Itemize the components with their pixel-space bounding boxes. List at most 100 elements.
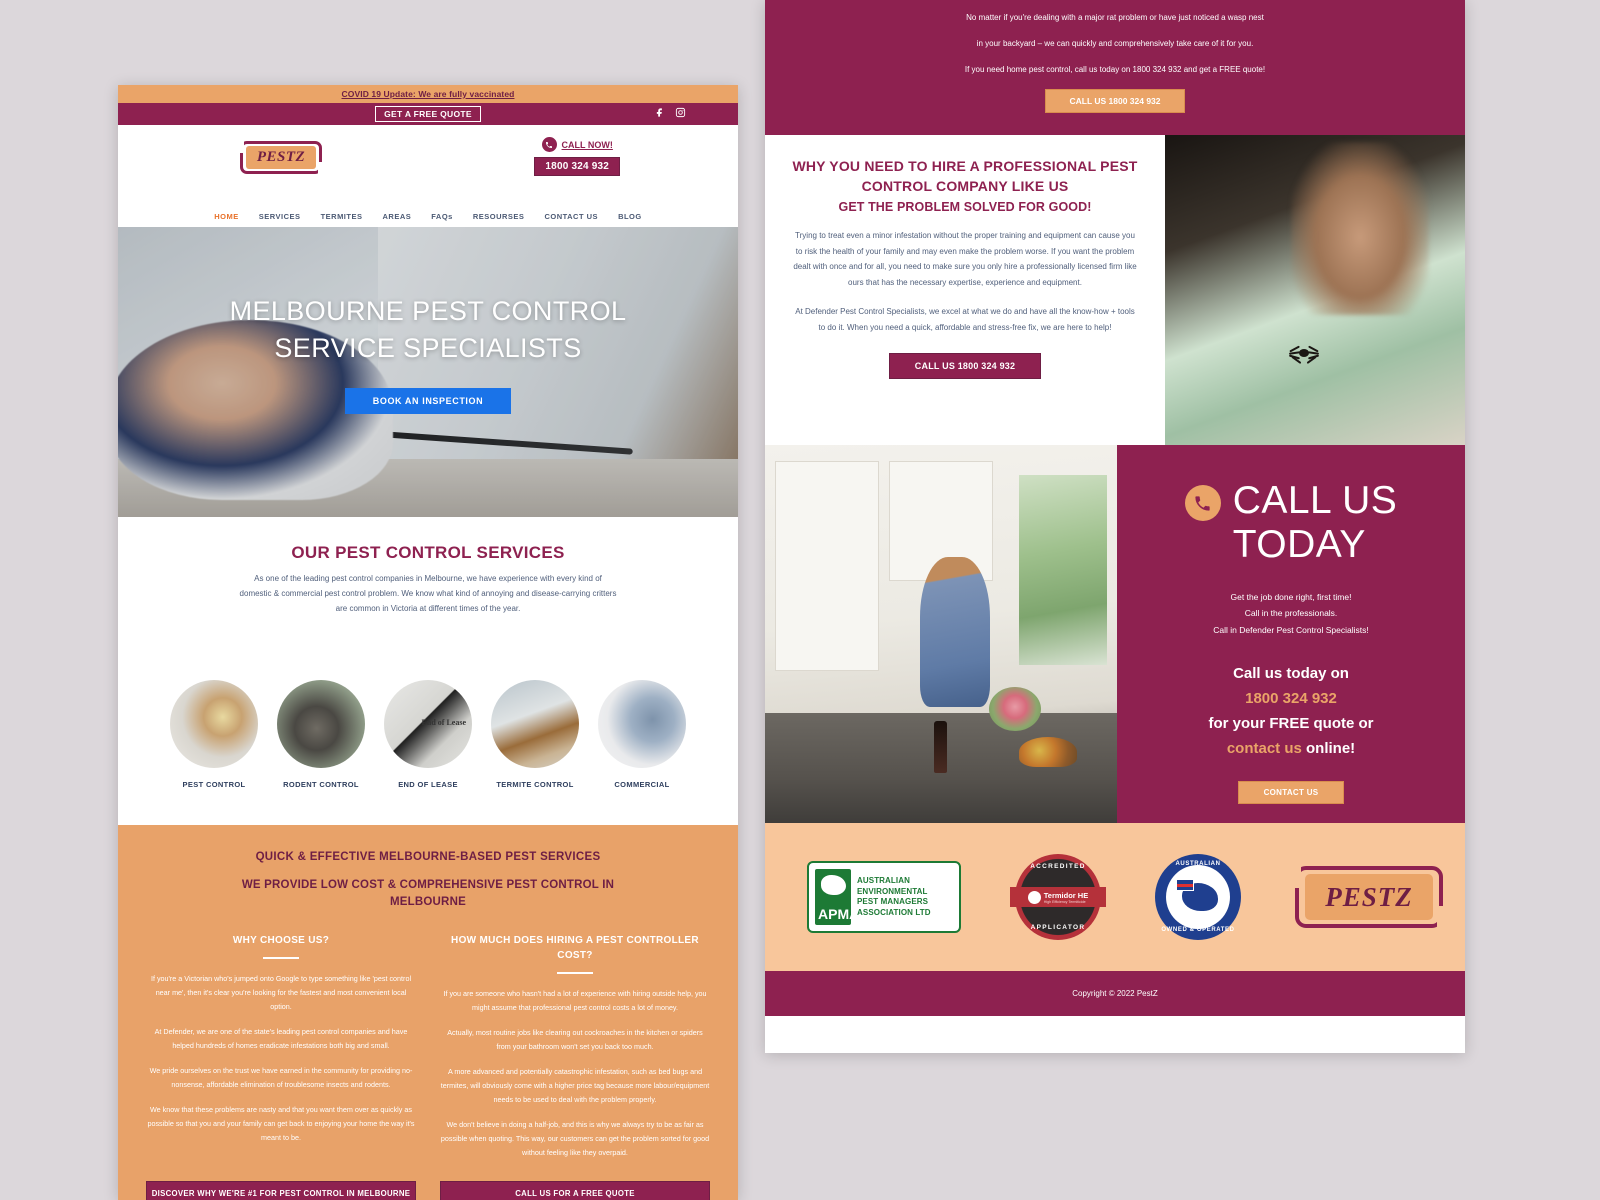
- call-us-today-section: CALL US TODAY Get the job done right, fi…: [765, 445, 1465, 824]
- accreditation-badges: APMA AUSTRALIAN ENVIRONMENTAL PEST MANAG…: [765, 823, 1465, 972]
- column-cost: HOW MUCH DOES HIRING A PEST CONTROLLER C…: [440, 933, 710, 1171]
- social-links: [655, 105, 686, 123]
- intro-line-3: If you need home pest control, call us t…: [964, 64, 1266, 74]
- spider-illustration: [1288, 345, 1320, 364]
- site-logo[interactable]: PESTZ: [240, 141, 322, 174]
- services-title: OUR PEST CONTROL SERVICES: [291, 543, 565, 562]
- service-card-commercial[interactable]: COMMERCIAL: [598, 680, 686, 789]
- call-us-today-line1: CALL US: [1232, 479, 1398, 523]
- nav-item-faqs[interactable]: FAQs: [431, 212, 453, 221]
- australian-flag-icon: [1176, 879, 1194, 892]
- contact-us-button[interactable]: CONTACT US: [1238, 781, 1344, 805]
- why-hire-heading: WHY YOU NEED TO HIRE A PROFESSIONAL PEST…: [792, 158, 1138, 194]
- apma-badge: APMA AUSTRALIAN ENVIRONMENTAL PEST MANAG…: [807, 861, 961, 934]
- termidor-logo-icon: [1027, 890, 1041, 904]
- covid-notice-bar[interactable]: COVID 19 Update: We are fully vaccinated: [118, 85, 738, 103]
- call-us-today-panel: CALL US TODAY Get the job done right, fi…: [1117, 445, 1465, 824]
- facebook-icon[interactable]: [655, 105, 666, 123]
- services-grid: PEST CONTROL RODENT CONTROL End of Lease…: [118, 680, 738, 789]
- intro-call-us-button[interactable]: CALL US 1800 324 932: [1045, 89, 1185, 114]
- orange-heading-primary: QUICK & EFFECTIVE MELBOURNE-BASED PEST S…: [255, 851, 601, 864]
- termidor-center-text: Termidor HE High Efficiency Termiticide: [1043, 890, 1089, 904]
- call-us-big-1: Call us today on: [1233, 665, 1349, 683]
- why-hire-p1: Trying to treat even a minor infestation…: [793, 231, 1137, 287]
- service-label-termite-control: TERMITE CONTROL: [496, 780, 574, 790]
- service-label-commercial: COMMERCIAL: [614, 780, 670, 790]
- service-image-termite-control: [491, 680, 579, 769]
- header-phone-button[interactable]: 1800 324 932: [534, 157, 620, 176]
- header-call-block: CALL NOW! 1800 324 932: [534, 137, 620, 176]
- book-an-inspection-button[interactable]: BOOK AN INSPECTION: [344, 387, 512, 414]
- call-now-link[interactable]: CALL NOW!: [534, 137, 620, 152]
- apma-badge-text: AUSTRALIAN ENVIRONMENTAL PEST MANAGERS A…: [857, 876, 931, 919]
- cost-p4: We don't believe in doing a half-job, an…: [440, 1119, 710, 1158]
- termidor-top-text: ACCREDITED: [1030, 863, 1086, 871]
- nav-item-contact-us[interactable]: CONTACT US: [544, 212, 598, 221]
- nav-item-services[interactable]: SERVICES: [259, 212, 301, 221]
- nav-item-resourses[interactable]: RESOURSES: [473, 212, 525, 221]
- kitchen-wine-bottle: [933, 721, 947, 774]
- services-section: OUR PEST CONTROL SERVICES As one of the …: [118, 517, 738, 790]
- kitchen-shelf-left: [775, 461, 879, 672]
- copyright-text: Copyright © 2022 PestZ: [1072, 989, 1158, 999]
- nav-item-blog[interactable]: BLOG: [618, 212, 642, 221]
- nav-item-home[interactable]: HOME: [214, 212, 239, 221]
- termidor-band: Termidor HE High Efficiency Termiticide: [1010, 887, 1106, 908]
- service-label-end-of-lease: END OF LEASE: [398, 780, 458, 790]
- hero-banner: MELBOURNE PEST CONTROL SERVICE SPECIALIS…: [118, 227, 738, 517]
- cost-p1: If you are someone who hasn't had a lot …: [443, 988, 707, 1012]
- covid-notice-text[interactable]: COVID 19 Update: We are fully vaccinated: [342, 89, 515, 99]
- footer-logo[interactable]: PESTZ: [1295, 866, 1443, 929]
- services-description: As one of the leading pest control compa…: [239, 574, 617, 613]
- australian-owned-badge: AUSTRALIAN OWNED & OPERATED: [1155, 854, 1241, 941]
- why-choose-us-p4: We know that these problems are nasty an…: [147, 1104, 415, 1143]
- termidor-badge: ACCREDITED Termidor HE High Efficiency T…: [1010, 854, 1106, 941]
- phone-icon: [541, 137, 557, 152]
- call-us-phone-number[interactable]: 1800 324 932: [1147, 687, 1435, 712]
- why-hire-subheading: GET THE PROBLEM SOLVED FOR GOOD!: [838, 200, 1092, 215]
- spider-photo: [1165, 135, 1465, 446]
- get-a-free-quote-button[interactable]: GET A FREE QUOTE: [375, 106, 481, 122]
- call-us-big-3: for your FREE quote or: [1208, 714, 1374, 732]
- discover-why-button[interactable]: DISCOVER WHY WE'RE #1 FOR PEST CONTROL I…: [146, 1181, 416, 1200]
- divider-rule: [263, 956, 299, 959]
- cost-p3: A more advanced and potentially catastro…: [440, 1066, 710, 1104]
- service-image-end-of-lease: End of Lease: [384, 680, 472, 769]
- intro-line-2: in your backyard – we can quickly and co…: [976, 38, 1254, 48]
- call-us-free-quote-button[interactable]: CALL US FOR A FREE QUOTE: [440, 1181, 710, 1200]
- top-quote-bar: GET A FREE QUOTE: [118, 103, 738, 125]
- why-hire-professional-section: WHY YOU NEED TO HIRE A PROFESSIONAL PEST…: [765, 135, 1465, 446]
- call-us-sub-1: Get the job done right, first time!: [1230, 591, 1352, 602]
- termidor-center-subtext: High Efficiency Termiticide: [1043, 899, 1086, 904]
- apma-line-2: ENVIRONMENTAL: [857, 886, 928, 896]
- service-card-termite-control[interactable]: TERMITE CONTROL: [491, 680, 579, 789]
- contact-us-link[interactable]: contact us: [1227, 740, 1302, 757]
- apma-line-4: ASSOCIATION LTD: [857, 908, 931, 918]
- service-image-rodent-control: [277, 680, 365, 769]
- column-why-choose-us: WHY CHOOSE US? If you're a Victorian who…: [146, 933, 416, 1171]
- kitchen-window: [1019, 475, 1107, 666]
- footer-logo-text: PESTZ: [1325, 881, 1413, 912]
- call-now-label[interactable]: CALL NOW!: [562, 140, 613, 150]
- why-hire-p2: At Defender Pest Control Specialists, we…: [795, 307, 1135, 332]
- call-us-sub-3: Call in Defender Pest Control Specialist…: [1213, 624, 1369, 635]
- hand-photo-blur: [1291, 141, 1429, 316]
- apma-map-icon: APMA: [815, 869, 859, 926]
- left-page-panel: COVID 19 Update: We are fully vaccinated…: [118, 85, 738, 1200]
- kitchen-fruit-bowl: [1019, 737, 1077, 768]
- australian-badge-bottom-text: OWNED & OPERATED: [1161, 927, 1235, 934]
- nav-item-areas[interactable]: AREAS: [382, 212, 411, 221]
- termidor-bottom-text: APPLICATOR: [1030, 924, 1086, 932]
- instagram-icon[interactable]: [675, 105, 686, 123]
- service-label-pest-control: PEST CONTROL: [182, 780, 246, 790]
- service-card-rodent-control[interactable]: RODENT CONTROL: [277, 680, 365, 789]
- service-card-pest-control[interactable]: PEST CONTROL: [170, 680, 258, 789]
- nav-item-termites[interactable]: TERMITES: [321, 212, 363, 221]
- service-card-end-of-lease[interactable]: End of Lease END OF LEASE: [384, 680, 472, 789]
- service-label-rodent-control: RODENT CONTROL: [283, 780, 359, 790]
- why-choose-us-title: WHY CHOOSE US?: [232, 934, 330, 946]
- call-us-today-line2: TODAY: [1232, 523, 1366, 567]
- kitchen-person: [919, 557, 990, 708]
- why-hire-call-us-button[interactable]: CALL US 1800 324 932: [889, 352, 1041, 379]
- apma-initials: APMA: [818, 906, 860, 923]
